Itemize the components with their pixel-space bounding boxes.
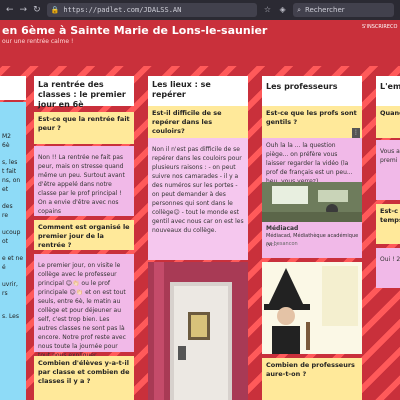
column-header (0, 76, 26, 100)
text-line: 6è (2, 142, 10, 149)
text-line: re (2, 212, 9, 219)
classroom-video-thumbnail[interactable] (262, 182, 362, 222)
post-title: Est-ce que les profs sont gentils ? (266, 109, 357, 126)
signup-button[interactable]: S'INSCRIRE (362, 24, 390, 30)
post-title: Est-il difficile de se repérer dans les … (152, 109, 222, 135)
lock-icon: 🔒 (50, 6, 60, 14)
column-lieux: Les lieux : se repérer Est-il difficile … (148, 76, 248, 400)
post-card[interactable]: M2 6è s, les t fait ns, on et des re uco… (0, 102, 26, 400)
text-line: ot (2, 238, 9, 245)
post-card[interactable]: Oui ! 2 diffé (376, 248, 400, 288)
post-title: Est-ce que la rentrée fait peur ? (38, 115, 130, 132)
post-title: Comment est organisé le premier jour de … (38, 223, 130, 249)
post-body: Non il n'est pas difficile de se repérer… (152, 146, 244, 234)
text-line: rs (2, 290, 8, 297)
text-line: ucoup (2, 229, 21, 236)
text-line: M2 (2, 133, 11, 140)
column-header: La rentrée des classes : le premier jour… (34, 76, 134, 109)
text-line: t fait (2, 168, 17, 175)
post-card[interactable]: Non il n'est pas difficile de se repérer… (148, 138, 248, 260)
post-card[interactable]: Combien de professeurs aure-t-on ? (262, 358, 362, 400)
column-professeurs: Les professeurs Est-ce que les profs son… (262, 76, 362, 400)
bookmark-icon[interactable]: ☆ (263, 5, 272, 15)
column-rentree: La rentrée des classes : le premier jour… (34, 76, 134, 400)
board-title: en 6ème à Sainte Marie de Lons-le-saunie… (2, 24, 268, 37)
browser-toolbar: ← → ↻ 🔒 https://padlet.com/JDALSS.AN ☆ ◈… (0, 0, 400, 20)
url-bar[interactable]: 🔒 https://padlet.com/JDALSS.AN (46, 3, 257, 17)
post-body: Non !! La rentrée ne fait pas peur, mais… (38, 154, 125, 215)
door-illustration (148, 262, 248, 400)
column-emploi: L'em Quand l'empl Vous a le pre premi Es… (376, 76, 400, 400)
search-bar[interactable]: ⌕ Rechercher (293, 3, 394, 17)
text-line: s, les (2, 159, 18, 166)
forward-icon[interactable]: → (20, 5, 28, 15)
search-icon: ⌕ (297, 5, 301, 14)
post-card[interactable]: Le premier jour, on visite le collège av… (34, 254, 134, 359)
video-caption-source: ac-besancon (266, 241, 298, 247)
column-header: Les professeurs (262, 76, 362, 106)
post-card[interactable]: Comment est organisé le premier jour de … (34, 220, 134, 250)
post-body: Oui ! 2 diffé (380, 256, 400, 263)
hallway-door-photo[interactable] (148, 262, 248, 400)
post-title: Combien de professeurs aure-t-on ? (266, 361, 355, 378)
post-title: Quand l'empl (380, 109, 400, 117)
post-card[interactable]: Combien d'élèves y-a-t-il par classe et … (34, 356, 134, 400)
text-line: et (2, 186, 9, 193)
post-card[interactable]: Est-ce que la rentrée fait peur ? (34, 112, 134, 144)
teacher-witch-photo[interactable] (262, 262, 362, 354)
text-line: é (2, 264, 6, 271)
text-line: uvrir, (2, 281, 18, 288)
column-partial-left: M2 6è s, les t fait ns, on et des re uco… (0, 76, 26, 400)
text-line: des (2, 203, 13, 210)
post-card[interactable]: Ouh la la ... la question piège... on pr… (262, 138, 362, 258)
reload-icon[interactable]: ↻ (33, 5, 41, 15)
post-card[interactable]: Vous a le pre premi (376, 140, 400, 200)
board-subtitle: our une rentrée calme ! (2, 38, 74, 45)
post-body: Le premier jour, on visite le collège av… (38, 262, 126, 359)
column-header: Les lieux : se repérer (148, 76, 248, 106)
post-title: Est-c salles temps (380, 207, 400, 224)
post-card[interactable]: Est-c salles temps (376, 204, 400, 244)
classroom-illustration (262, 182, 362, 222)
text-line: ns, on (2, 177, 21, 184)
url-text: https://padlet.com/JDALSS.AN (63, 6, 182, 14)
witch-teacher-illustration (262, 262, 362, 354)
search-placeholder: Rechercher (305, 6, 345, 14)
connect-button[interactable]: CO (390, 24, 397, 30)
post-card[interactable]: Est-il difficile de se repérer dans les … (148, 106, 248, 138)
post-title: Combien d'élèves y-a-t-il par classe et … (38, 359, 130, 385)
post-body: Vous a le pre premi (380, 148, 400, 164)
column-header: L'em (376, 76, 400, 106)
post-card[interactable]: Quand l'empl (376, 106, 400, 138)
back-icon[interactable]: ← (6, 5, 14, 15)
text-line: s. Les (2, 313, 19, 320)
shield-icon[interactable]: ◈ (278, 5, 287, 15)
text-line: e et ne (2, 255, 24, 262)
scroll-handle-icon[interactable]: ⋮ (352, 128, 360, 138)
post-card[interactable]: Est-ce que les profs sont gentils ? (262, 106, 362, 138)
post-card[interactable]: Non !! La rentrée ne fait pas peur, mais… (34, 146, 134, 216)
